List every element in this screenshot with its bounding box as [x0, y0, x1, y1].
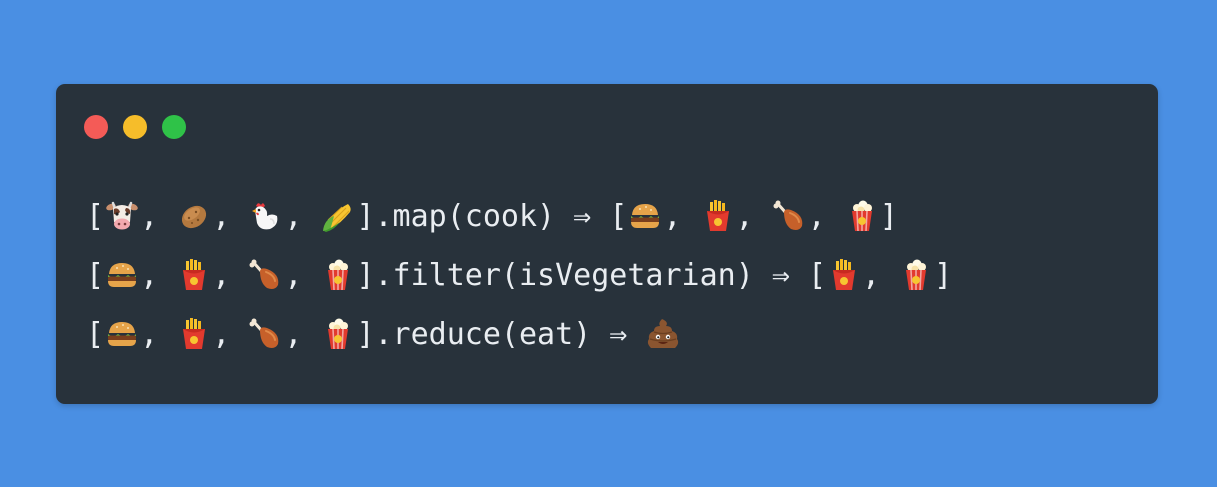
output-array-comma: , [807, 199, 844, 234]
popcorn-icon [320, 316, 356, 352]
code-window: [ , , , ].map(cook) ⇒ [, , ,] [, , , … [56, 84, 1158, 404]
fries-icon [176, 316, 212, 352]
output-array-comma: , [862, 258, 899, 293]
cow-icon [104, 198, 140, 234]
output-array-comma: , [735, 199, 772, 234]
minimize-dot[interactable] [123, 115, 147, 139]
method-call: .reduce(eat) [374, 317, 592, 352]
chicken-icon [248, 198, 284, 234]
poo-icon [645, 316, 681, 352]
arrow: ⇒ [591, 317, 646, 352]
popcorn-icon [320, 257, 356, 293]
popcorn-icon [898, 257, 934, 293]
code-line-2: [ , , , ].filter(isVegetarian) ⇒ [,] [86, 246, 952, 305]
input-array-comma: , [212, 199, 249, 234]
input-array-open-bracket: [ [86, 317, 105, 352]
method-call: .map(cook) [374, 199, 556, 234]
output-array-comma: , [663, 199, 700, 234]
hamburger-icon [104, 316, 140, 352]
output-array-close-bracket: ] [879, 199, 898, 234]
corn-icon [320, 198, 356, 234]
potato-icon [176, 198, 212, 234]
input-array-comma: , [284, 258, 321, 293]
popcorn-icon [844, 198, 880, 234]
output-array-open-bracket: [ [609, 199, 628, 234]
input-array-comma: , [212, 258, 249, 293]
input-array-comma: , [212, 317, 249, 352]
output-array-open-bracket: [ [807, 258, 827, 293]
close-dot[interactable] [84, 115, 108, 139]
input-array-comma: , [140, 258, 177, 293]
input-array-close-bracket: ] [356, 258, 375, 293]
code-line-3: [ , , , ].reduce(eat) ⇒ [86, 305, 952, 364]
output-array-close-bracket: ] [934, 258, 953, 293]
arrow: ⇒ [753, 258, 808, 293]
code-block: [ , , , ].map(cook) ⇒ [, , ,] [, , , … [86, 187, 952, 364]
input-array-open-bracket: [ [86, 258, 105, 293]
hamburger-icon [627, 198, 663, 234]
maximize-dot[interactable] [162, 115, 186, 139]
input-array-open-bracket: [ [86, 199, 105, 234]
hamburger-icon [104, 257, 140, 293]
poultry-leg-icon [248, 316, 284, 352]
input-array-comma: , [284, 199, 321, 234]
input-array-comma: , [284, 317, 321, 352]
arrow: ⇒ [555, 199, 610, 234]
fries-icon [176, 257, 212, 293]
method-call: .filter(isVegetarian) [374, 258, 754, 293]
poultry-leg-icon [248, 257, 284, 293]
input-array-close-bracket: ] [356, 317, 375, 352]
input-array-close-bracket: ] [356, 199, 375, 234]
input-array-comma: , [140, 199, 177, 234]
window-controls [84, 115, 186, 139]
fries-icon [826, 257, 862, 293]
input-array-comma: , [140, 317, 177, 352]
code-line-1: [ , , , ].map(cook) ⇒ [, , ,] [86, 187, 952, 246]
page-background: { "window": { "traffic_lights": ["#f45b5… [0, 0, 1217, 487]
poultry-leg-icon [772, 198, 808, 234]
fries-icon [700, 198, 736, 234]
